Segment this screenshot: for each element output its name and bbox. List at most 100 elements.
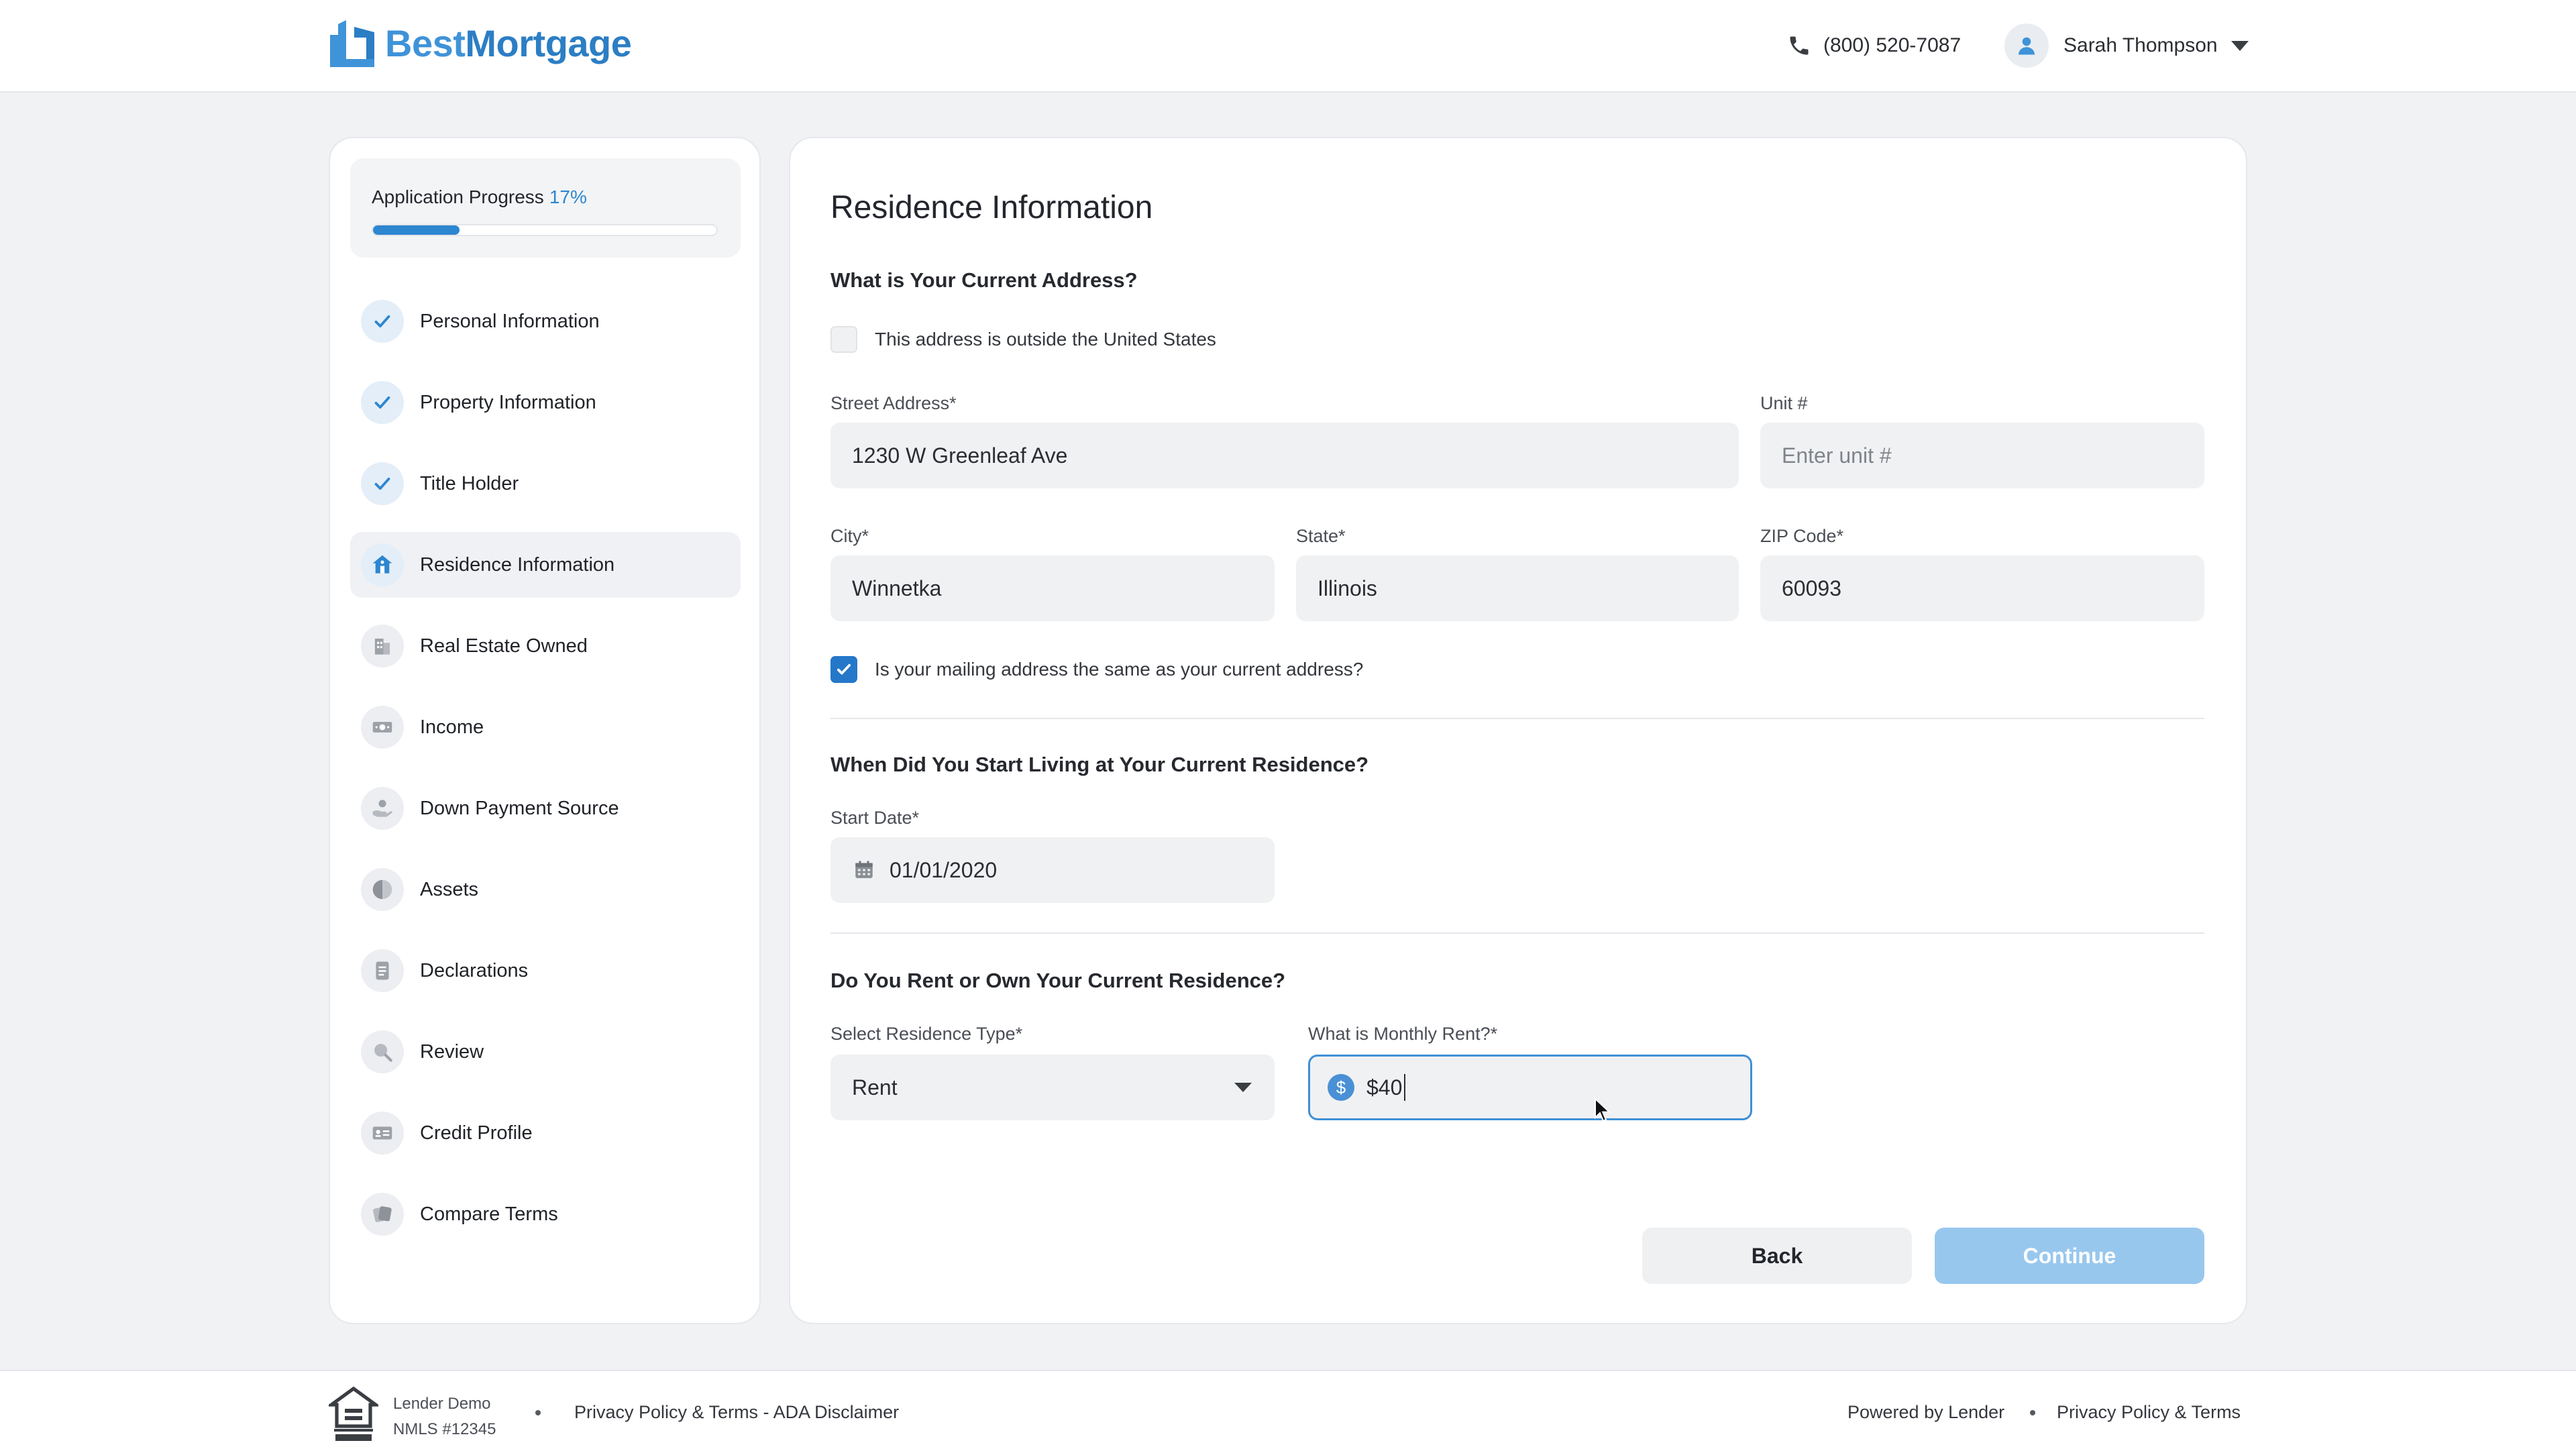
progress-bar: [372, 224, 718, 236]
document-icon: [376, 961, 389, 980]
step-label: Review: [420, 1040, 484, 1063]
privacy-terms-link[interactable]: Privacy Policy & Terms: [2057, 1402, 2241, 1423]
id-card-icon: [372, 1126, 392, 1140]
outside-us-option[interactable]: This address is outside the United State…: [830, 326, 1216, 353]
step-label: Real Estate Owned: [420, 635, 588, 657]
compare-icon: [373, 1206, 392, 1222]
text-caret: [1404, 1074, 1406, 1101]
footer-separator: [2030, 1410, 2035, 1415]
step-title-holder[interactable]: Title Holder: [350, 451, 741, 517]
check-icon: [837, 663, 851, 675]
step-personal-information[interactable]: Personal Information: [350, 288, 741, 354]
mailing-same-option[interactable]: Is your mailing address the same as your…: [830, 656, 1363, 683]
step-review[interactable]: Review: [350, 1019, 741, 1085]
rent-section-title: Do You Rent or Own Your Current Residenc…: [830, 969, 1286, 992]
step-label: Declarations: [420, 959, 529, 981]
start-section-title: When Did You Start Living at Your Curren…: [830, 753, 1369, 776]
progress-bar-fill: [373, 225, 460, 235]
step-property-information[interactable]: Property Information: [350, 370, 741, 435]
chevron-down-icon: [1234, 1083, 1252, 1092]
city-label: City*: [830, 526, 869, 546]
state-label: State*: [1296, 526, 1346, 546]
avatar: [2004, 23, 2049, 68]
user-name: Sarah Thompson: [2063, 34, 2218, 56]
back-button[interactable]: Back: [1642, 1228, 1912, 1284]
page-footer: Lender Demo NMLS #12345 Privacy Policy &…: [0, 1370, 2576, 1449]
street-input[interactable]: 1230 W Greenleaf Ave: [830, 423, 1739, 488]
magnifier-icon: [374, 1044, 392, 1062]
continue-button[interactable]: Continue: [1935, 1228, 2204, 1284]
state-input[interactable]: Illinois: [1296, 555, 1739, 621]
brand-name-part1: Best: [385, 21, 466, 64]
residence-type-label: Select Residence Type*: [830, 1024, 1023, 1044]
mouse-cursor-icon: [1595, 1097, 1611, 1122]
mailing-same-label: Is your mailing address the same as your…: [875, 659, 1364, 680]
monthly-rent-input[interactable]: $ $40: [1308, 1055, 1752, 1120]
step-residence-information[interactable]: Residence Information: [350, 532, 741, 598]
zip-label: ZIP Code*: [1760, 526, 1844, 546]
step-credit-profile[interactable]: Credit Profile: [350, 1100, 741, 1166]
brand-logo[interactable]: BestMortgage: [327, 16, 632, 70]
phone-icon: [1790, 36, 1809, 55]
phone-number: (800) 520-7087: [1823, 34, 1962, 56]
logo-mark-icon: [330, 20, 374, 67]
check-icon: [374, 396, 390, 409]
unit-input[interactable]: Enter unit #: [1760, 423, 2204, 488]
footer-separator: [535, 1410, 541, 1415]
calendar-icon: [855, 861, 873, 878]
step-label: Title Holder: [420, 472, 519, 494]
privacy-ada-link[interactable]: Privacy Policy & Terms - ADA Disclaimer: [574, 1402, 899, 1423]
lender-name: Lender Demo: [393, 1395, 491, 1413]
step-label: Assets: [420, 878, 479, 900]
chevron-down-icon[interactable]: [2231, 40, 2249, 51]
step-assets[interactable]: Assets: [350, 857, 741, 922]
start-date-input[interactable]: 01/01/2020: [830, 837, 1275, 903]
unit-label: Unit #: [1760, 393, 1808, 413]
application-progress: Application Progress 17%: [350, 158, 741, 258]
residence-form: Residence Information What is Your Curre…: [789, 137, 2247, 1324]
monthly-rent-label: What is Monthly Rent?*: [1308, 1024, 1498, 1044]
mailing-same-checkbox[interactable]: [830, 656, 857, 683]
check-icon: [374, 315, 390, 328]
top-header: BestMortgage (800) 520-7087 Sarah Thomps…: [0, 0, 2576, 93]
support-phone[interactable]: (800) 520-7087: [1787, 30, 1961, 62]
zip-input[interactable]: 60093: [1760, 555, 2204, 621]
step-label: Personal Information: [420, 310, 600, 332]
user-icon: [2019, 37, 2035, 55]
step-label: Income: [420, 716, 484, 738]
start-date-value: 01/01/2020: [890, 857, 998, 882]
street-label: Street Address*: [830, 393, 957, 413]
step-label: Compare Terms: [420, 1203, 558, 1225]
step-label: Residence Information: [420, 553, 615, 576]
check-icon: [374, 477, 390, 490]
section-divider: [830, 718, 2204, 719]
equal-housing-lender-logo: [329, 1386, 378, 1441]
brand-name-part2: Mortgage: [465, 21, 632, 64]
residence-type-value: Rent: [852, 1075, 898, 1099]
step-label: Credit Profile: [420, 1122, 533, 1144]
step-down-payment-source[interactable]: Down Payment Source: [350, 775, 741, 841]
residence-type-select[interactable]: Rent: [830, 1055, 1275, 1120]
step-real-estate-owned[interactable]: Real Estate Owned: [350, 613, 741, 679]
hand-coin-icon: [372, 800, 392, 817]
outside-us-checkbox[interactable]: [830, 326, 857, 353]
pie-chart-icon: [372, 879, 392, 900]
step-label: Down Payment Source: [420, 797, 619, 819]
cash-icon: [372, 722, 392, 733]
step-label: Property Information: [420, 391, 596, 413]
progress-percent: 17%: [549, 186, 587, 207]
page-title: Residence Information: [830, 190, 1153, 225]
application-sidebar: Application Progress 17% Personal Informa…: [329, 137, 761, 1324]
user-menu[interactable]: Sarah Thompson: [2004, 23, 2249, 68]
step-compare-terms[interactable]: Compare Terms: [350, 1181, 741, 1247]
outside-us-label: This address is outside the United State…: [875, 329, 1216, 350]
address-section-title: What is Your Current Address?: [830, 268, 1138, 292]
step-income[interactable]: Income: [350, 694, 741, 760]
section-divider: [830, 932, 2204, 934]
house-icon: [372, 555, 392, 574]
lender-nmls: NMLS #12345: [393, 1420, 496, 1438]
progress-label: Application Progress: [372, 186, 544, 207]
powered-by: Powered by Lender: [1847, 1402, 2005, 1422]
step-declarations[interactable]: Declarations: [350, 938, 741, 1004]
city-input[interactable]: Winnetka: [830, 555, 1275, 621]
